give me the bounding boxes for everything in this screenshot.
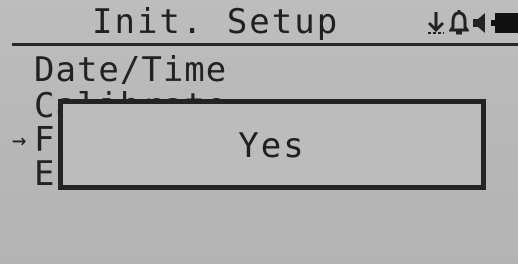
- title-underline: [12, 43, 518, 46]
- bell-icon: [449, 10, 469, 36]
- confirm-dialog: Yes: [58, 99, 486, 190]
- lcd-screen: Init. Setup Date/Time → F E Yes: [0, 0, 518, 264]
- pin-icon: [426, 11, 446, 35]
- menu-item-date-time[interactable]: Date/Time: [34, 52, 227, 88]
- cursor-arrow-icon: →: [12, 126, 27, 154]
- page-title: Init. Setup: [92, 2, 340, 42]
- speaker-icon: [472, 11, 488, 35]
- battery-icon: [491, 11, 518, 35]
- menu-item-e[interactable]: E: [34, 156, 55, 192]
- status-bar: [426, 9, 518, 37]
- yes-option[interactable]: Yes: [63, 126, 481, 166]
- menu-item-f[interactable]: F: [34, 122, 55, 158]
